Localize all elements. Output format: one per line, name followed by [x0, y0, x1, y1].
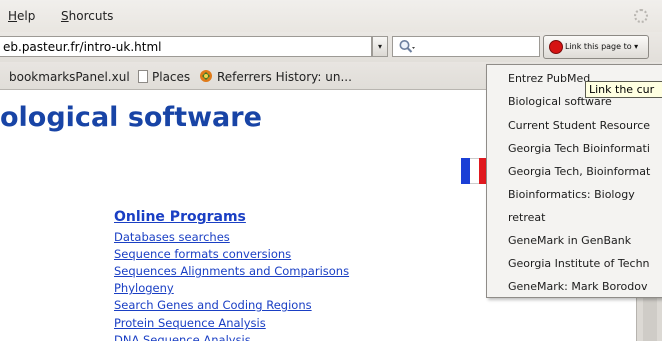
- menu-bar: Help Shorcuts: [0, 0, 662, 32]
- throbber-icon: [634, 9, 648, 23]
- dropdown-item[interactable]: retreat: [508, 211, 545, 224]
- link-this-page-button[interactable]: Link this page to ▾: [543, 35, 649, 59]
- bookmark-referrers-history[interactable]: Referrers History: un...: [199, 70, 352, 84]
- chevron-down-icon: ▾: [377, 42, 382, 51]
- url-input[interactable]: [0, 36, 372, 57]
- dropdown-item[interactable]: Entrez PubMed: [508, 72, 590, 85]
- dropdown-item[interactable]: GeneMark: Mark Borodov: [508, 280, 648, 293]
- flag-blue-stripe: [461, 158, 470, 184]
- page-title: ological software: [0, 102, 262, 133]
- dropdown-item[interactable]: Georgia Institute of Techn: [508, 257, 650, 270]
- bookmark-places[interactable]: Places: [138, 70, 190, 84]
- menu-shorcuts[interactable]: Shorcuts: [61, 9, 113, 23]
- link-databases-searches[interactable]: Databases searches: [114, 230, 230, 244]
- link-dna-sequence-analysis[interactable]: DNA Sequence Analysis: [114, 333, 251, 341]
- tooltip: Link the cur: [585, 81, 662, 98]
- dropdown-item[interactable]: Current Student Resource: [508, 119, 650, 132]
- flag-white-stripe: [470, 158, 479, 184]
- url-history-dropdown-button[interactable]: ▾: [372, 36, 388, 57]
- link-sequence-alignments[interactable]: Sequences Alignments and Comparisons: [114, 264, 349, 278]
- link-search-genes[interactable]: Search Genes and Coding Regions: [114, 298, 312, 312]
- record-icon: [549, 40, 563, 54]
- search-input[interactable]: [392, 36, 540, 57]
- dropdown-item[interactable]: GeneMark in GenBank: [508, 234, 631, 247]
- link-target-dropdown: Entrez PubMed Biological software Curren…: [486, 64, 662, 298]
- referrers-history-icon: [200, 70, 212, 82]
- dropdown-item[interactable]: Bioinformatics: Biology: [508, 188, 635, 201]
- search-icon: [399, 40, 415, 53]
- online-programs-link[interactable]: Online Programs: [114, 209, 246, 225]
- dropdown-item[interactable]: Georgia Tech, Bioinformat: [508, 165, 650, 178]
- dropdown-item[interactable]: Georgia Tech Bioinformati: [508, 142, 650, 155]
- link-sequence-formats-conversions[interactable]: Sequence formats conversions: [114, 247, 291, 261]
- navigation-toolbar: ▾ Link this page to ▾: [0, 32, 662, 62]
- french-flag-icon[interactable]: [461, 158, 487, 184]
- bookmark-bookmarkspanel[interactable]: bookmarksPanel.xul: [9, 70, 130, 84]
- menu-help[interactable]: Help: [8, 9, 35, 23]
- link-protein-sequence-analysis[interactable]: Protein Sequence Analysis: [114, 316, 266, 330]
- link-phylogeny[interactable]: Phylogeny: [114, 281, 174, 295]
- page-icon: [138, 70, 148, 83]
